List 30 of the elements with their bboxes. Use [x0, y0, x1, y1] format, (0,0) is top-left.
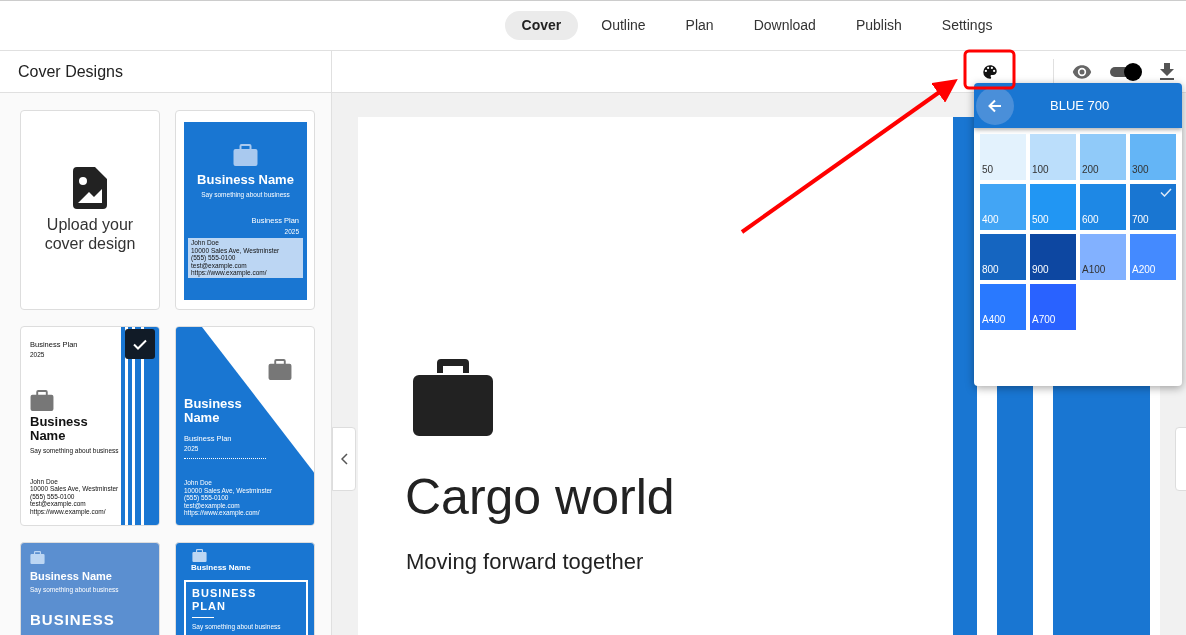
color-swatch[interactable]: 300: [1130, 134, 1176, 180]
business-name: Business Name: [191, 562, 252, 574]
tab[interactable]: Plan: [668, 11, 731, 40]
upload-card[interactable]: Upload your cover design: [20, 110, 160, 310]
color-swatch[interactable]: 100: [1030, 134, 1076, 180]
cover-heading: BUSINESS PLAN: [192, 587, 258, 613]
color-swatch[interactable]: A700: [1030, 284, 1076, 330]
color-title: BLUE 700: [1050, 96, 1110, 115]
cover-title: Cargo world: [405, 472, 675, 522]
cover-heading: BUSINESS: [30, 610, 116, 631]
color-swatch[interactable]: A400: [980, 284, 1026, 330]
color-swatch[interactable]: 900: [1030, 234, 1076, 280]
tab[interactable]: Outline: [584, 11, 663, 40]
color-swatch[interactable]: 800: [980, 234, 1026, 280]
color-swatch[interactable]: 600: [1080, 184, 1126, 230]
color-swatch[interactable]: 50: [980, 134, 1026, 180]
color-swatch[interactable]: A100: [1080, 234, 1126, 280]
business-name: Business Name: [197, 171, 294, 189]
business-name: Business Name: [30, 569, 113, 584]
business-name: Business Name: [30, 415, 89, 443]
color-swatch[interactable]: 200: [1080, 134, 1126, 180]
tab[interactable]: Publish: [838, 11, 919, 40]
color-swatch[interactable]: 700: [1130, 184, 1176, 230]
tab[interactable]: Download: [736, 11, 833, 40]
cover-subtitle: Moving forward together: [406, 548, 644, 576]
tab[interactable]: Settings: [924, 11, 1010, 40]
panel-title: Cover Designs: [18, 61, 123, 82]
upload-label: Upload your cover design: [43, 215, 137, 253]
tab[interactable]: Cover: [504, 11, 579, 40]
business-name: Business Name: [184, 397, 243, 425]
